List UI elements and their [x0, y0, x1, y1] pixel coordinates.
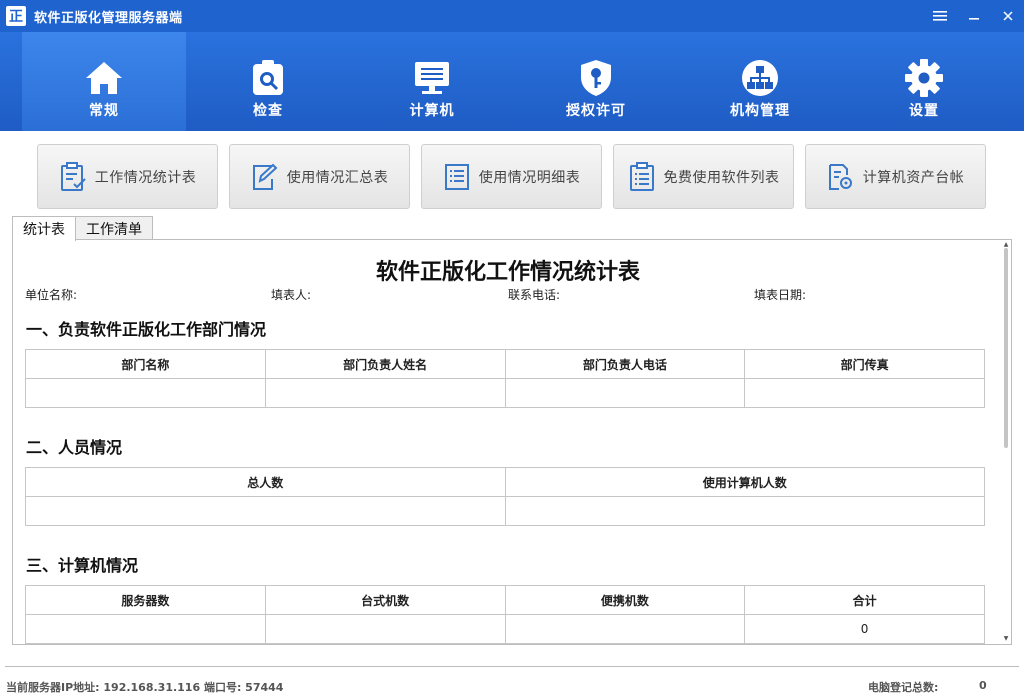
phone-label: 联系电话: — [508, 288, 561, 302]
free-software-list-button[interactable]: 免费使用软件列表 — [613, 144, 794, 209]
usage-summary-button[interactable]: 使用情况汇总表 — [229, 144, 410, 209]
table-cell[interactable] — [744, 378, 985, 408]
edit-icon — [251, 162, 279, 192]
button-label: 计算机资产台帐 — [862, 169, 965, 186]
table-header: 合计 — [744, 585, 985, 615]
status-divider — [5, 666, 1019, 667]
vertical-scrollbar[interactable]: ▲ ▼ — [1003, 242, 1009, 642]
nav-item-settings[interactable]: 设置 — [842, 32, 1006, 131]
button-label: 工作情况统计表 — [94, 169, 197, 186]
nav-label: 机构管理 — [730, 103, 790, 119]
table-cell[interactable] — [504, 496, 985, 526]
clipboard-check-icon — [59, 161, 87, 192]
window-title: 软件正版化管理服务器端 — [34, 10, 183, 26]
table-header: 部门传真 — [744, 349, 985, 379]
minimize-button[interactable] — [966, 8, 982, 24]
table-header: 服务器数 — [25, 585, 266, 615]
nav-label: 计算机 — [409, 103, 455, 119]
hamburger-menu-icon — [933, 11, 947, 21]
table-header-row: 服务器数 台式机数 便携机数 合计 — [25, 585, 985, 615]
org-chart-icon — [740, 58, 780, 98]
table-cell[interactable] — [25, 614, 266, 644]
clipboard-list-icon — [628, 161, 656, 192]
table-cell[interactable] — [25, 378, 266, 408]
gear-icon — [904, 58, 944, 98]
list-icon — [443, 162, 471, 192]
nav-item-check[interactable]: 检查 — [186, 32, 350, 131]
window-controls — [932, 0, 1016, 32]
server-address-status: 当前服务器IP地址: 192.168.31.116 端口号: 57444 — [6, 681, 284, 694]
table-cell[interactable] — [25, 496, 506, 526]
minimize-icon — [969, 18, 979, 20]
table-header: 台式机数 — [264, 585, 506, 615]
staff-table: 总人数 使用计算机人数 — [25, 467, 985, 526]
nav-label: 检查 — [253, 103, 283, 119]
report-tabs: 统计表 工作清单 — [12, 216, 153, 241]
table-row — [25, 378, 985, 408]
report-panel: 软件正版化工作情况统计表 单位名称: 填表人: 联系电话: 填表日期: 一、负责… — [12, 239, 1012, 645]
table-header: 总人数 — [25, 467, 506, 497]
table-row: 0 — [25, 614, 985, 644]
section-dept-title: 一、负责软件正版化工作部门情况 — [26, 320, 267, 339]
table-cell[interactable]: 0 — [744, 614, 985, 644]
document-gear-icon — [827, 162, 855, 192]
main-nav: 常规 检查 计算机 授权许可 机构管理 设置 — [0, 32, 1024, 131]
unit-name-label: 单位名称: — [25, 288, 78, 302]
table-cell[interactable] — [504, 614, 746, 644]
home-icon — [84, 58, 124, 98]
nav-label: 授权许可 — [566, 103, 626, 119]
report-toolbar: 工作情况统计表 使用情况汇总表 使用情况明细表 免费使用软件列表 计算机资产台帐 — [37, 144, 986, 209]
dept-table: 部门名称 部门负责人姓名 部门负责人电话 部门传真 — [25, 349, 985, 408]
table-header: 部门负责人姓名 — [264, 349, 506, 379]
close-button[interactable] — [1000, 8, 1016, 24]
nav-label: 设置 — [909, 103, 939, 119]
table-cell[interactable] — [264, 614, 506, 644]
tab-work-list[interactable]: 工作清单 — [75, 216, 153, 240]
app-logo: 正 — [6, 6, 26, 26]
nav-item-organization[interactable]: 机构管理 — [678, 32, 842, 131]
title-bar: 正 软件正版化管理服务器端 — [0, 0, 1024, 32]
table-header-row: 部门名称 部门负责人姓名 部门负责人电话 部门传真 — [25, 349, 985, 379]
table-row — [25, 496, 985, 526]
nav-item-computer[interactable]: 计算机 — [350, 32, 514, 131]
table-header: 部门名称 — [25, 349, 266, 379]
table-cell[interactable] — [504, 378, 746, 408]
registered-count-value: 0 — [979, 679, 987, 692]
nav-label: 常规 — [89, 103, 119, 119]
table-header: 便携机数 — [504, 585, 746, 615]
search-check-icon — [248, 58, 288, 98]
button-label: 使用情况明细表 — [478, 169, 581, 186]
scroll-thumb[interactable] — [1004, 248, 1008, 448]
work-stats-button[interactable]: 工作情况统计表 — [37, 144, 218, 209]
close-icon — [1003, 11, 1013, 21]
table-header-row: 总人数 使用计算机人数 — [25, 467, 985, 497]
usage-detail-button[interactable]: 使用情况明细表 — [421, 144, 602, 209]
button-label: 免费使用软件列表 — [663, 169, 780, 186]
menu-button[interactable] — [932, 8, 948, 24]
nav-item-license[interactable]: 授权许可 — [514, 32, 678, 131]
registered-count-label: 电脑登记总数: — [868, 681, 939, 694]
date-label: 填表日期: — [754, 288, 807, 302]
nav-item-general[interactable]: 常规 — [22, 32, 186, 131]
report-title: 软件正版化工作情况统计表 — [375, 259, 640, 285]
computer-table: 服务器数 台式机数 便携机数 合计 0 — [25, 585, 985, 644]
computer-asset-ledger-button[interactable]: 计算机资产台帐 — [805, 144, 986, 209]
button-label: 使用情况汇总表 — [286, 169, 389, 186]
license-shield-icon — [576, 58, 616, 98]
filler-label: 填表人: — [271, 288, 312, 302]
table-header: 部门负责人电话 — [504, 349, 746, 379]
section-staff-title: 二、人员情况 — [26, 438, 123, 457]
scroll-down-arrow-icon[interactable]: ▼ — [1003, 636, 1009, 642]
tab-stats[interactable]: 统计表 — [12, 216, 76, 241]
table-header: 使用计算机人数 — [504, 467, 985, 497]
table-cell[interactable] — [264, 378, 506, 408]
computer-icon — [412, 58, 452, 98]
section-computer-title: 三、计算机情况 — [26, 556, 139, 575]
